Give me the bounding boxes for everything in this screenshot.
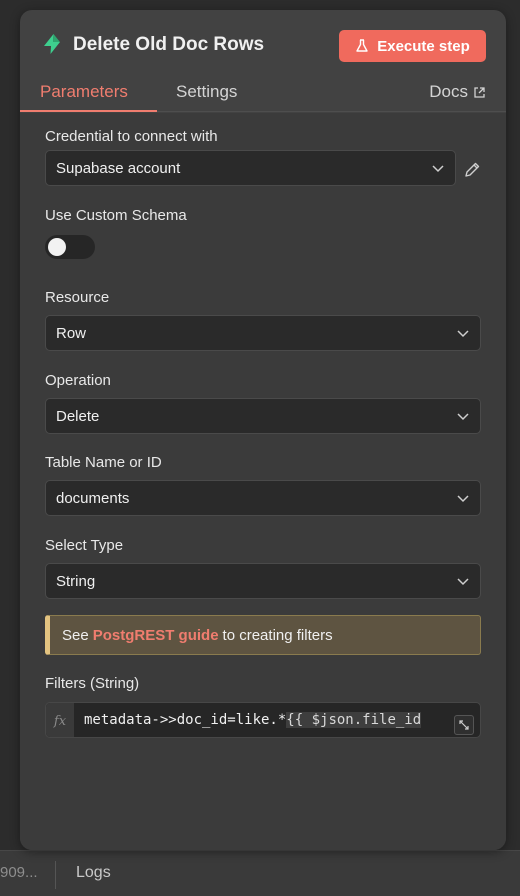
chevron-down-icon bbox=[457, 495, 469, 503]
node-panel: Delete Old Doc Rows Execute step Paramet… bbox=[20, 10, 506, 850]
custom-schema-label: Use Custom Schema bbox=[45, 207, 187, 224]
active-tab-indicator bbox=[20, 110, 157, 112]
credential-label: Credential to connect with bbox=[45, 128, 218, 145]
execute-step-label: Execute step bbox=[377, 37, 470, 55]
select-type-value: String bbox=[56, 572, 96, 590]
expand-expression-button[interactable] bbox=[454, 715, 474, 735]
postgrest-notice: See PostgREST guide to creating filters bbox=[45, 615, 481, 655]
chevron-down-icon bbox=[457, 330, 469, 338]
divider bbox=[55, 861, 56, 889]
truncated-label: 909... bbox=[0, 864, 38, 881]
chevron-down-icon bbox=[432, 165, 444, 173]
expression-code: metadata->>doc_id=like.*{{ $json.file_id bbox=[84, 712, 422, 728]
postgrest-guide-link[interactable]: PostgREST guide bbox=[93, 627, 219, 644]
resource-label: Resource bbox=[45, 289, 110, 306]
expression-variable: {{ $json.file_id bbox=[286, 712, 422, 728]
tab-settings[interactable]: Settings bbox=[176, 82, 237, 102]
table-select[interactable]: documents bbox=[45, 480, 481, 516]
chevron-down-icon bbox=[457, 413, 469, 421]
parameters-body: Credential to connect with Supabase acco… bbox=[20, 113, 506, 850]
credential-select[interactable]: Supabase account bbox=[45, 150, 456, 186]
logs-tab[interactable]: Logs bbox=[76, 864, 111, 882]
flask-icon bbox=[356, 39, 368, 52]
chevron-down-icon bbox=[457, 578, 469, 586]
filters-expression-input[interactable]: fx metadata->>doc_id=like.*{{ $json.file… bbox=[45, 702, 481, 738]
resource-select[interactable]: Row bbox=[45, 315, 481, 351]
table-value: documents bbox=[56, 489, 130, 507]
supabase-icon bbox=[44, 34, 60, 54]
credential-value: Supabase account bbox=[56, 159, 181, 177]
external-link-icon bbox=[474, 86, 485, 98]
table-label: Table Name or ID bbox=[45, 454, 162, 471]
notice-suffix: to creating filters bbox=[222, 626, 333, 644]
resource-value: Row bbox=[56, 324, 87, 342]
custom-schema-toggle[interactable] bbox=[45, 235, 95, 259]
bottom-bar: 909... Logs bbox=[0, 850, 520, 896]
tab-docs[interactable]: Docs bbox=[429, 82, 486, 102]
operation-value: Delete bbox=[56, 407, 100, 425]
notice-prefix: See bbox=[62, 626, 89, 644]
select-type-select[interactable]: String bbox=[45, 563, 481, 599]
tab-parameters[interactable]: Parameters bbox=[40, 82, 128, 102]
node-header: Delete Old Doc Rows Execute step bbox=[20, 10, 506, 82]
operation-label: Operation bbox=[45, 372, 111, 389]
node-title: Delete Old Doc Rows bbox=[73, 34, 265, 55]
filters-label: Filters (String) bbox=[45, 675, 140, 692]
execute-step-button[interactable]: Execute step bbox=[339, 30, 486, 62]
tab-bar: Parameters Settings Docs bbox=[20, 78, 506, 112]
toggle-knob bbox=[48, 238, 66, 256]
docs-label: Docs bbox=[429, 82, 468, 101]
pencil-icon[interactable] bbox=[463, 161, 481, 179]
expand-icon bbox=[459, 720, 469, 730]
operation-select[interactable]: Delete bbox=[45, 398, 481, 434]
fx-icon: fx bbox=[46, 703, 74, 737]
select-type-label: Select Type bbox=[45, 537, 124, 554]
expression-static: metadata->>doc_id=like.* bbox=[84, 712, 287, 728]
